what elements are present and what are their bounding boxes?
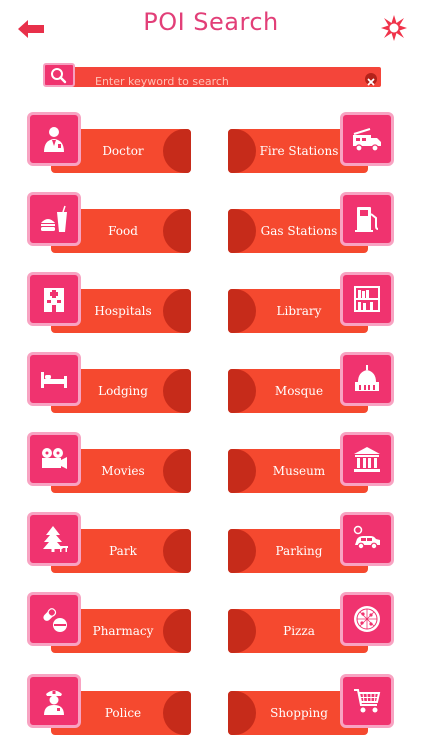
category-label: Fire Stations [259, 144, 339, 158]
category-label: Gas Stations [260, 224, 338, 238]
category-grid: Doctor Fire Stations Food Gas Stations H… [0, 0, 422, 750]
car-parking-icon [353, 525, 380, 550]
category-library[interactable]: Library [228, 272, 394, 334]
category-label: Mosque [274, 384, 324, 398]
police-officer-icon [44, 690, 64, 715]
category-icon-tile [340, 592, 394, 646]
movie-camera-icon [42, 448, 67, 469]
category-label: Police [104, 706, 142, 720]
category-label: Doctor [102, 144, 144, 158]
category-park[interactable]: Park [27, 512, 193, 574]
category-icon-tile [27, 432, 81, 486]
category-icon-tile [27, 112, 81, 166]
bookshelf-icon [354, 286, 380, 312]
tree-icon [43, 526, 68, 552]
category-label: Lodging [98, 384, 148, 398]
category-icon-tile [27, 512, 81, 566]
category-label: Pharmacy [92, 624, 154, 638]
category-pizza[interactable]: Pizza [228, 592, 394, 654]
category-label: Movies [101, 464, 145, 478]
category-food[interactable]: Food [27, 192, 193, 254]
category-label: Hospitals [94, 304, 152, 318]
category-doctor[interactable]: Doctor [27, 112, 193, 174]
category-mosque[interactable]: Mosque [228, 352, 394, 414]
museum-icon [354, 447, 380, 472]
bed-icon [41, 372, 67, 388]
category-icon-tile [27, 592, 81, 646]
category-fire-stations[interactable]: Fire Stations [228, 112, 394, 174]
category-gas-stations[interactable]: Gas Stations [228, 192, 394, 254]
category-icon-tile [27, 674, 81, 728]
category-shopping[interactable]: Shopping [228, 674, 394, 736]
category-label: Parking [275, 544, 323, 558]
category-icon-tile [340, 512, 394, 566]
category-lodging[interactable]: Lodging [27, 352, 193, 414]
gas-pump-icon [355, 207, 379, 232]
category-police[interactable]: Police [27, 674, 193, 736]
category-icon-tile [27, 192, 81, 246]
category-hospitals[interactable]: Hospitals [27, 272, 193, 334]
category-label: Library [276, 304, 322, 318]
category-parking[interactable]: Parking [228, 512, 394, 574]
pills-icon [43, 608, 67, 632]
category-label: Pizza [283, 624, 315, 638]
fire-truck-icon [353, 128, 381, 152]
hospital-building-icon [44, 288, 64, 312]
category-icon-tile [27, 272, 81, 326]
category-icon-tile [340, 112, 394, 166]
doctor-icon [44, 127, 64, 152]
category-icon-tile [340, 432, 394, 486]
category-icon-tile [340, 674, 394, 728]
category-icon-tile [340, 192, 394, 246]
mosque-dome-icon [355, 365, 379, 391]
category-icon-tile [27, 352, 81, 406]
category-label: Museum [272, 464, 326, 478]
pizza-icon [354, 606, 380, 632]
category-icon-tile [340, 272, 394, 326]
category-label: Park [109, 544, 137, 558]
shopping-cart-icon [354, 689, 381, 713]
burger-drink-icon [41, 205, 67, 232]
category-movies[interactable]: Movies [27, 432, 193, 494]
category-label: Shopping [270, 706, 328, 720]
category-museum[interactable]: Museum [228, 432, 394, 494]
category-pharmacy[interactable]: Pharmacy [27, 592, 193, 654]
category-label: Food [108, 224, 138, 238]
category-icon-tile [340, 352, 394, 406]
